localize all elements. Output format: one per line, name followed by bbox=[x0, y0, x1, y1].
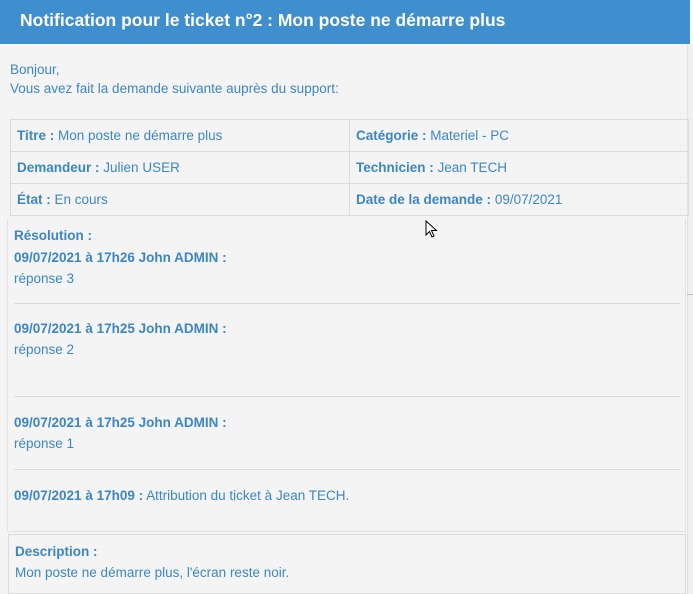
followup-header: 09/07/2021 à 17h25 John ADMIN : bbox=[14, 321, 227, 336]
description-section: Description : Mon poste ne démarre plus,… bbox=[8, 534, 686, 594]
ticket-requester-value: Julien USER bbox=[103, 160, 180, 175]
followup-content: réponse 3 bbox=[14, 271, 75, 286]
followup-header: 09/07/2021 à 17h25 John ADMIN : bbox=[14, 415, 227, 430]
followup-content: réponse 1 bbox=[14, 436, 75, 451]
resolution-title: Résolution : bbox=[14, 228, 92, 243]
ticket-state-value: En cours bbox=[54, 192, 108, 207]
ticket-state-label: État : bbox=[17, 192, 51, 207]
followup-divider bbox=[14, 303, 680, 304]
ticket-technician-cell: Technicien : Jean TECH bbox=[349, 151, 689, 184]
ticket-technician-label: Technicien : bbox=[356, 160, 434, 175]
followup-divider bbox=[14, 396, 680, 397]
mouse-cursor-icon bbox=[425, 220, 438, 238]
greeting-line: Vous avez fait la demande suivante auprè… bbox=[10, 81, 339, 96]
ticket-info-table: Titre : Mon poste ne démarre plus Catégo… bbox=[10, 119, 689, 216]
followup-content: réponse 2 bbox=[14, 342, 75, 357]
ticket-category-value: Materiel - PC bbox=[430, 128, 510, 143]
greeting-line: Bonjour, bbox=[10, 62, 60, 77]
ticket-date-value: 09/07/2021 bbox=[494, 192, 563, 207]
scrollbar-notch bbox=[687, 294, 693, 295]
followup-header: 09/07/2021 à 17h09 : bbox=[14, 488, 144, 503]
ticket-state-cell: État : En cours bbox=[10, 183, 350, 216]
resolution-section: Résolution : 09/07/2021 à 17h26 John ADM… bbox=[7, 219, 686, 532]
followup-divider bbox=[14, 469, 680, 470]
followup-item: 09/07/2021 à 17h25 John ADMIN : réponse … bbox=[14, 318, 227, 360]
notification-title: Notification pour le ticket n°2 : Mon po… bbox=[20, 10, 506, 30]
followup-content: Attribution du ticket à Jean TECH. bbox=[146, 488, 350, 503]
greeting: Bonjour, Vous avez fait la demande suiva… bbox=[10, 60, 339, 98]
ticket-technician-value: Jean TECH bbox=[437, 160, 508, 175]
ticket-title-cell: Titre : Mon poste ne démarre plus bbox=[10, 119, 350, 152]
ticket-date-label: Date de la demande : bbox=[356, 192, 492, 207]
ticket-requester-cell: Demandeur : Julien USER bbox=[10, 151, 350, 184]
description-title: Description : bbox=[15, 544, 98, 559]
ticket-title-label: Titre : bbox=[17, 128, 55, 143]
followup-item: 09/07/2021 à 17h26 John ADMIN : réponse … bbox=[14, 247, 227, 289]
description-text: Mon poste ne démarre plus, l'écran reste… bbox=[15, 565, 290, 580]
notification-header: Notification pour le ticket n°2 : Mon po… bbox=[0, 0, 693, 44]
ticket-category-cell: Catégorie : Materiel - PC bbox=[349, 119, 689, 152]
ticket-category-label: Catégorie : bbox=[356, 128, 427, 143]
followup-item: 09/07/2021 à 17h25 John ADMIN : réponse … bbox=[14, 412, 227, 454]
ticket-requester-label: Demandeur : bbox=[17, 160, 100, 175]
table-row: État : En cours Date de la demande : 09/… bbox=[10, 183, 689, 216]
notification-page: Notification pour le ticket n°2 : Mon po… bbox=[0, 0, 693, 594]
ticket-date-cell: Date de la demande : 09/07/2021 bbox=[349, 183, 689, 216]
ticket-title-value: Mon poste ne démarre plus bbox=[58, 128, 223, 143]
followup-item: 09/07/2021 à 17h09 : Attribution du tick… bbox=[14, 485, 349, 506]
table-row: Demandeur : Julien USER Technicien : Jea… bbox=[10, 151, 689, 184]
table-row: Titre : Mon poste ne démarre plus Catégo… bbox=[10, 119, 689, 152]
followup-header: 09/07/2021 à 17h26 John ADMIN : bbox=[14, 250, 227, 265]
